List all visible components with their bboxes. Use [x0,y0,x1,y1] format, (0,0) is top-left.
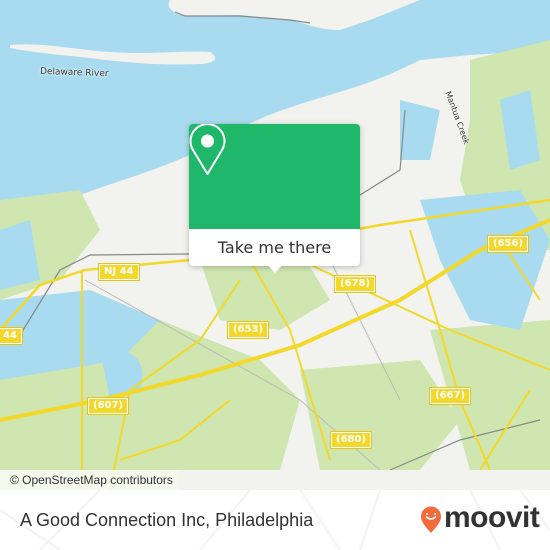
popup-header [189,124,360,229]
road-shield-653: (653) [226,321,270,339]
road-shield-667: (667) [428,387,472,405]
place-name: A Good Connection Inc, Philadelphia [20,510,314,530]
road-shield-607: (607) [86,397,130,415]
road-shield-656: (656) [486,235,530,253]
road-shield-44: 44 [0,327,23,345]
moovit-pin-icon [421,506,441,533]
map[interactable]: Delaware River Mantua Creek NJ 44 44 (65… [0,0,550,490]
location-popup: Take me there [189,124,360,273]
popup-pointer [267,264,283,273]
road-shield-680: (680) [329,431,373,449]
moovit-wordmark: moovit [444,501,540,534]
map-attribution[interactable]: © OpenStreetMap contributors [0,470,179,490]
map-pin-icon [189,124,226,175]
take-me-there-button[interactable]: Take me there [189,229,360,266]
footer: A Good Connection Inc, Philadelphia moov… [0,490,550,550]
road-shield-678: (678) [333,275,377,293]
road-shield-nj44: NJ 44 [98,263,140,281]
